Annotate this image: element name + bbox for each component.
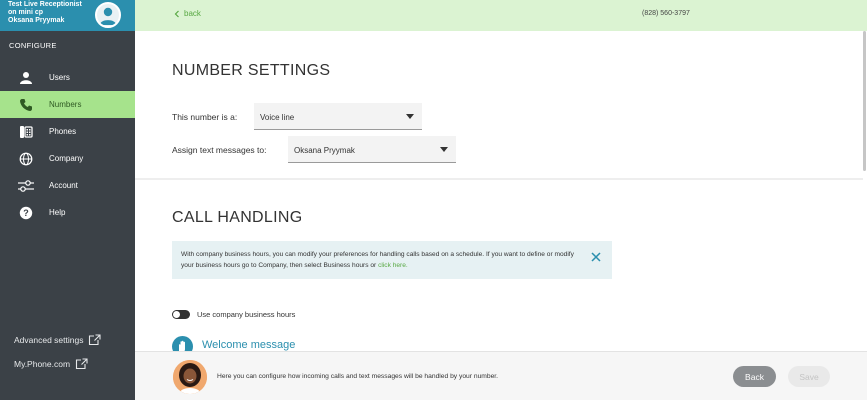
footer: Here you can configure how incoming call…	[135, 351, 867, 400]
svg-text:?: ?	[23, 208, 29, 218]
assign-messages-label: Assign text messages to:	[172, 145, 267, 155]
footer-description: Here you can configure how incoming call…	[217, 373, 499, 380]
scrollbar[interactable]	[863, 31, 866, 171]
number-type-value: Voice line	[260, 113, 295, 122]
sidebar: Test Live Receptionist on mini cp Oksana…	[0, 0, 135, 400]
number-type-label: This number is a:	[172, 112, 238, 122]
my-phone-link[interactable]: My.Phone.com	[14, 358, 88, 370]
business-hours-toggle-label: Use company business hours	[197, 310, 296, 319]
configure-heading: CONFIGURE	[9, 41, 57, 50]
caret-down-icon	[406, 114, 414, 119]
caret-down-icon	[440, 147, 448, 152]
avatar[interactable]	[95, 2, 121, 28]
help-icon: ?	[18, 205, 34, 221]
back-button[interactable]: Back	[733, 366, 776, 387]
assistant-avatar	[173, 360, 207, 394]
topbar: back (828) 560-3797	[135, 0, 867, 31]
phone-number: (828) 560-3797	[642, 10, 690, 17]
business-hours-info: With company business hours, you can mod…	[172, 241, 612, 279]
sidebar-item-label: Users	[49, 73, 70, 82]
sidebar-item-account[interactable]: Account	[0, 172, 135, 199]
nav-list: Users Numbers Phones Company Account ? H…	[0, 64, 135, 226]
number-type-select[interactable]: Voice line	[254, 103, 422, 130]
sidebar-item-label: Help	[49, 208, 66, 217]
number-settings-title: NUMBER SETTINGS	[172, 62, 331, 79]
business-hours-toggle[interactable]	[172, 310, 190, 319]
section-divider	[135, 178, 863, 180]
globe-icon	[18, 151, 34, 167]
sidebar-item-phones[interactable]: Phones	[0, 118, 135, 145]
account-header[interactable]: Test Live Receptionist on mini cp Oksana…	[0, 0, 135, 31]
click-here-link[interactable]: click here.	[378, 262, 408, 269]
sidebar-item-help[interactable]: ? Help	[0, 199, 135, 226]
assign-messages-value: Oksana Pryymak	[294, 146, 355, 155]
sidebar-item-company[interactable]: Company	[0, 145, 135, 172]
sidebar-item-numbers[interactable]: Numbers	[0, 91, 135, 118]
chevron-left-icon	[174, 10, 179, 17]
advanced-settings-label: Advanced settings	[14, 335, 84, 345]
advanced-settings-link[interactable]: Advanced settings	[14, 334, 102, 346]
user-icon	[18, 70, 34, 86]
assign-messages-select[interactable]: Oksana Pryymak	[288, 136, 456, 163]
save-button[interactable]: Save	[788, 366, 830, 387]
external-link-icon	[76, 358, 88, 370]
back-link[interactable]: back	[173, 9, 201, 18]
welcome-message-link[interactable]: Welcome message	[202, 339, 295, 351]
my-phone-label: My.Phone.com	[14, 359, 71, 369]
sidebar-item-label: Numbers	[49, 100, 82, 109]
person-portrait-icon	[173, 360, 207, 394]
sidebar-item-label: Account	[49, 181, 78, 190]
desk-phone-icon	[18, 124, 34, 140]
external-link-icon	[89, 334, 102, 346]
close-icon[interactable]	[590, 251, 602, 263]
back-label: back	[184, 9, 201, 18]
phone-handset-icon	[18, 97, 34, 113]
call-handling-title: CALL HANDLING	[172, 209, 303, 226]
sidebar-item-label: Company	[49, 154, 84, 163]
user-avatar-icon	[100, 7, 116, 25]
sidebar-item-label: Phones	[49, 127, 77, 136]
sidebar-item-users[interactable]: Users	[0, 64, 135, 91]
sliders-icon	[18, 178, 34, 194]
